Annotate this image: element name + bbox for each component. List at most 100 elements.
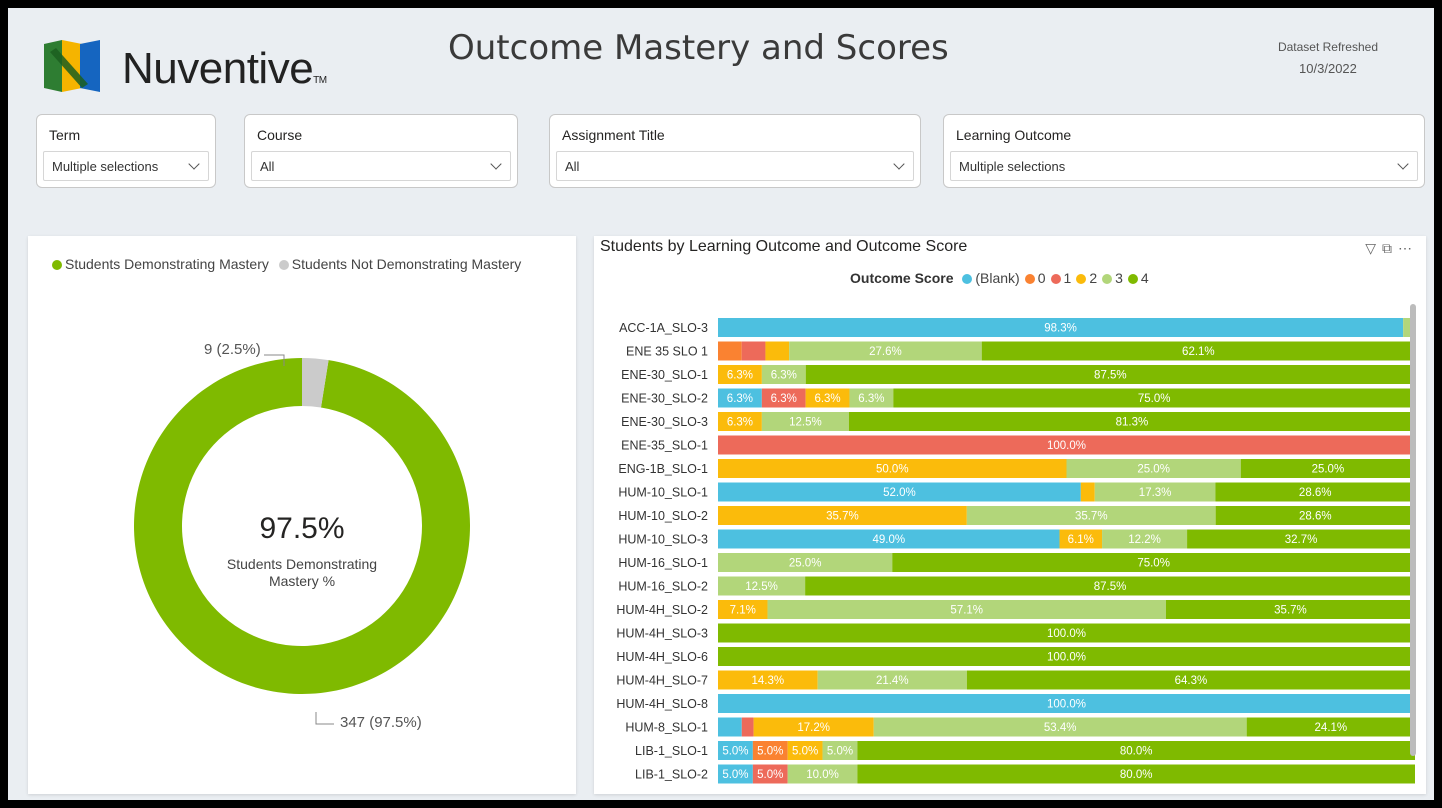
- course-slicer: Course All: [244, 114, 518, 188]
- category-label: HUM-4H_SLO-8: [616, 697, 708, 711]
- data-label: 35.7%: [1075, 511, 1108, 523]
- data-label: 6.3%: [814, 393, 840, 405]
- assignment-title-dropdown[interactable]: All: [556, 151, 914, 181]
- category-label: HUM-4H_SLO-6: [616, 650, 708, 664]
- category-label: HUM-10_SLO-1: [618, 486, 708, 500]
- data-label: 64.3%: [1175, 675, 1208, 687]
- mastery-donut-card[interactable]: Students Demonstrating Mastery Students …: [28, 236, 576, 794]
- term-dropdown[interactable]: Multiple selections: [43, 151, 209, 181]
- slicer-title: Term: [49, 127, 81, 143]
- category-label: ENE 35 SLO 1: [626, 345, 708, 359]
- data-label: 6.3%: [858, 393, 884, 405]
- data-label: 10.0%: [806, 769, 839, 781]
- data-label: 49.0%: [872, 534, 905, 546]
- slicer-title: Assignment Title: [562, 127, 665, 143]
- bar-segment[interactable]: [1080, 482, 1095, 502]
- donut-center-value: 97.5%: [259, 512, 345, 545]
- slicer-value: Multiple selections: [52, 159, 159, 174]
- category-label: HUM-10_SLO-2: [618, 509, 708, 523]
- chevron-down-icon: [1397, 158, 1409, 170]
- dataset-refresh-info: Dataset Refreshed 10/3/2022: [1278, 36, 1378, 80]
- data-label: 28.6%: [1299, 487, 1332, 499]
- bar-segment[interactable]: [741, 717, 754, 737]
- term-slicer: Term Multiple selections: [36, 114, 216, 188]
- stacked-bar-chart: ACC-1A_SLO-3 98.3% ENE 35 SLO 1 27.6% 62.1% E…: [616, 318, 1415, 784]
- data-label: 6.3%: [727, 393, 753, 405]
- category-label: ENE-35_SLO-1: [621, 439, 708, 453]
- category-label: ENE-30_SLO-2: [621, 392, 708, 406]
- data-label: 100.0%: [1047, 699, 1086, 711]
- slicer-value: Multiple selections: [959, 159, 1066, 174]
- category-label: HUM-4H_SLO-7: [616, 674, 708, 688]
- data-label: 75.0%: [1137, 558, 1170, 570]
- category-label: ENG-1B_SLO-1: [618, 462, 708, 476]
- outcome-score-chart-card[interactable]: Students by Learning Outcome and Outcome…: [594, 236, 1426, 794]
- nuventive-logo: NuventiveTM: [42, 32, 402, 102]
- data-label: 17.2%: [797, 722, 830, 734]
- chart-scrollbar[interactable]: [1410, 304, 1416, 756]
- leader-line: [315, 712, 334, 725]
- category-label: HUM-16_SLO-1: [618, 556, 708, 570]
- data-label: 80.0%: [1120, 746, 1153, 758]
- bar-segment[interactable]: [718, 717, 742, 737]
- data-label: 6.1%: [1068, 534, 1094, 546]
- category-label: ENE-30_SLO-3: [621, 415, 708, 429]
- category-label: HUM-4H_SLO-3: [616, 627, 708, 641]
- chevron-down-icon: [188, 158, 200, 170]
- data-label: 24.1%: [1315, 722, 1348, 734]
- data-label: 100.0%: [1047, 628, 1086, 640]
- category-label: ENE-30_SLO-1: [621, 368, 708, 382]
- learning-outcome-dropdown[interactable]: Multiple selections: [950, 151, 1418, 181]
- data-label: 27.6%: [869, 346, 902, 358]
- bar-segment[interactable]: [741, 341, 766, 361]
- slicer-value: All: [260, 159, 275, 174]
- data-label: 14.3%: [752, 675, 785, 687]
- data-label: 62.1%: [1182, 346, 1215, 358]
- data-label: 25.0%: [1137, 464, 1170, 476]
- refresh-date: 10/3/2022: [1299, 61, 1357, 76]
- data-label: 5.0%: [722, 746, 748, 758]
- category-label: HUM-4H_SLO-2: [616, 603, 708, 617]
- category-label: ACC-1A_SLO-3: [619, 321, 708, 335]
- data-label: 12.5%: [745, 581, 778, 593]
- course-dropdown[interactable]: All: [251, 151, 511, 181]
- data-label: 80.0%: [1120, 769, 1153, 781]
- category-label: LIB-1_SLO-1: [635, 744, 708, 758]
- data-label: 53.4%: [1044, 722, 1077, 734]
- page-title: Outcome Mastery and Scores: [448, 28, 949, 68]
- slicer-title: Learning Outcome: [956, 127, 1072, 143]
- data-label: 21.4%: [876, 675, 909, 687]
- data-label: 100.0%: [1047, 652, 1086, 664]
- data-label: 25.0%: [1312, 464, 1345, 476]
- data-label: 6.3%: [727, 417, 753, 429]
- bar-segment[interactable]: [718, 341, 742, 361]
- data-label: 81.3%: [1116, 417, 1149, 429]
- donut-label-mastery: 347 (97.5%): [340, 714, 422, 731]
- data-label: 12.2%: [1128, 534, 1161, 546]
- bar-segment[interactable]: [765, 341, 790, 361]
- data-label: 17.3%: [1139, 487, 1172, 499]
- data-label: 87.5%: [1094, 370, 1127, 382]
- data-label: 35.7%: [1274, 605, 1307, 617]
- data-label: 6.3%: [771, 370, 797, 382]
- data-label: 87.5%: [1094, 581, 1127, 593]
- chevron-down-icon: [893, 158, 905, 170]
- data-label: 5.0%: [722, 769, 748, 781]
- category-label: LIB-1_SLO-2: [635, 768, 708, 782]
- data-label: 32.7%: [1285, 534, 1318, 546]
- donut-center-label: Students Demonstrating Mastery %: [226, 556, 378, 589]
- chevron-down-icon: [490, 158, 502, 170]
- logo-wordmark: NuventiveTM: [122, 44, 327, 93]
- category-label: HUM-10_SLO-3: [618, 533, 708, 547]
- refresh-label: Dataset Refreshed: [1277, 40, 1378, 54]
- nuventive-logo-icon: [44, 40, 100, 92]
- slicer-value: All: [565, 159, 580, 174]
- data-label: 5.0%: [757, 746, 783, 758]
- data-label: 100.0%: [1047, 440, 1086, 452]
- data-label: 6.3%: [771, 393, 797, 405]
- data-label: 7.1%: [730, 605, 756, 617]
- data-label: 57.1%: [950, 605, 983, 617]
- data-label: 5.0%: [757, 769, 783, 781]
- data-label: 75.0%: [1138, 393, 1171, 405]
- data-label: 6.3%: [727, 370, 753, 382]
